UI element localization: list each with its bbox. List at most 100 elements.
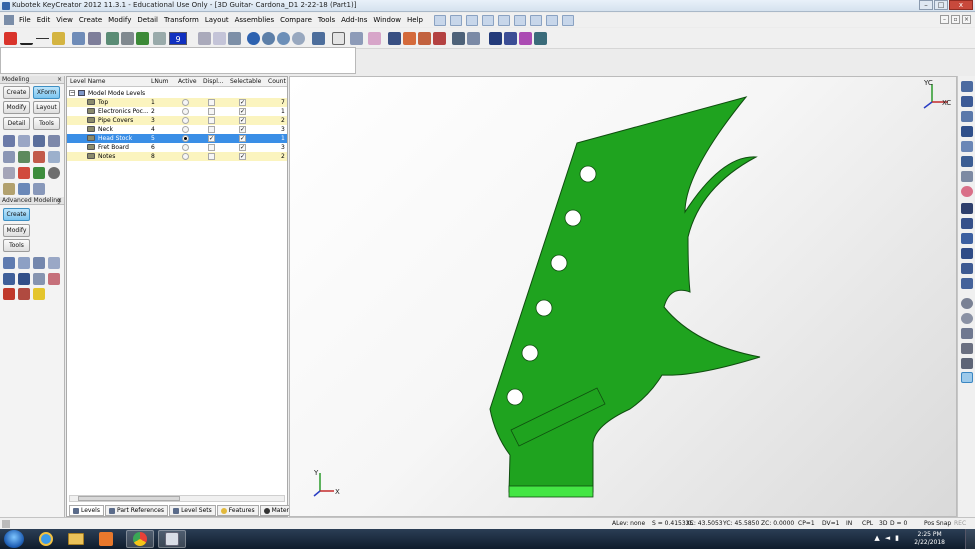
minimize-button[interactable]: – xyxy=(919,0,933,10)
active-radio[interactable] xyxy=(182,108,189,115)
scale-icon[interactable] xyxy=(3,151,15,163)
point-icon[interactable] xyxy=(4,32,17,45)
translate-icon[interactable] xyxy=(33,167,45,179)
active-radio[interactable] xyxy=(182,126,189,133)
status-depth[interactable]: D = 0 xyxy=(890,520,907,527)
status-dv[interactable]: DV=1 xyxy=(822,520,839,527)
axis-neg-y-icon[interactable] xyxy=(961,263,973,274)
advanced-create-button[interactable]: Create xyxy=(3,208,30,221)
view-right-icon[interactable] xyxy=(961,156,973,167)
advanced-tools-button[interactable]: Tools xyxy=(3,239,30,252)
menu-add-ins[interactable]: Add-Ins xyxy=(338,14,370,26)
status-cpl[interactable]: CPL xyxy=(862,520,873,527)
zoom-all-icon[interactable] xyxy=(961,313,973,324)
shape-icon[interactable] xyxy=(52,32,65,45)
shield-check-icon[interactable] xyxy=(504,32,517,45)
triad-icon[interactable] xyxy=(312,32,325,45)
status-pos-snap[interactable]: Pos Snap xyxy=(924,520,951,527)
copy-icon[interactable] xyxy=(18,135,30,147)
ruler-icon[interactable] xyxy=(198,32,211,45)
display-checkbox[interactable] xyxy=(208,144,215,151)
measure-icon[interactable] xyxy=(467,32,480,45)
maximize-button[interactable]: □ xyxy=(934,0,948,10)
trim-icon[interactable] xyxy=(18,288,30,300)
active-radio[interactable] xyxy=(182,135,189,142)
doc-minimize-button[interactable]: – xyxy=(940,15,949,24)
document-icon[interactable] xyxy=(4,15,14,25)
display-checkbox[interactable] xyxy=(208,153,215,160)
tab-part-references[interactable]: Part References xyxy=(104,505,169,516)
solid-icon[interactable] xyxy=(72,32,85,45)
menu-help[interactable]: Help xyxy=(404,14,426,26)
status-cp[interactable]: CP=1 xyxy=(798,520,815,527)
modeling-modify-button[interactable]: Modify xyxy=(3,101,30,114)
zoom-in-icon[interactable] xyxy=(961,328,973,339)
selectable-checkbox[interactable]: ✓ xyxy=(239,135,246,142)
active-radio[interactable] xyxy=(182,144,189,151)
selectable-checkbox[interactable]: ✓ xyxy=(239,117,246,124)
status-units[interactable]: IN xyxy=(846,520,852,527)
level-tree-root[interactable]: − Model Mode Levels xyxy=(67,89,287,98)
pan-view-icon[interactable] xyxy=(961,358,973,369)
status-mode[interactable]: 3D xyxy=(879,520,887,527)
collapse-icon[interactable]: − xyxy=(69,90,75,96)
tab-features[interactable]: Features xyxy=(216,505,259,516)
orbit-icon[interactable] xyxy=(262,32,275,45)
sweep-icon[interactable] xyxy=(33,257,45,269)
magnify-icon[interactable] xyxy=(961,372,973,383)
rotate-icon[interactable] xyxy=(247,32,260,45)
doc-restore-button[interactable]: ▫ xyxy=(951,15,960,24)
menu-file[interactable]: File xyxy=(16,14,34,26)
close-button[interactable]: x xyxy=(949,0,973,10)
col-active[interactable]: Active xyxy=(178,78,197,85)
menu-assemblies[interactable]: Assemblies xyxy=(232,14,278,26)
erase-icon[interactable] xyxy=(368,32,381,45)
tray-arrow-icon[interactable]: ▲ xyxy=(874,534,879,542)
view-bottom-icon[interactable] xyxy=(961,126,973,137)
layer-icon[interactable] xyxy=(106,32,119,45)
modeling-create-button[interactable]: Create xyxy=(3,86,30,99)
menu-edit[interactable]: Edit xyxy=(34,14,54,26)
undo-icon[interactable] xyxy=(513,14,526,26)
analysis-icon[interactable] xyxy=(433,32,446,45)
pan-icon[interactable] xyxy=(277,32,290,45)
stretch-icon[interactable] xyxy=(3,167,15,179)
view-left-icon[interactable] xyxy=(961,141,973,152)
nut[interactable] xyxy=(508,485,594,498)
array-icon[interactable] xyxy=(18,151,30,163)
blend-icon[interactable] xyxy=(3,273,15,285)
col-display[interactable]: Displ... xyxy=(203,78,224,85)
redo-icon[interactable] xyxy=(529,14,542,26)
prompt-area[interactable] xyxy=(0,47,356,74)
curve-icon[interactable] xyxy=(228,32,241,45)
axis-y-icon[interactable] xyxy=(961,218,973,229)
sphere-icon[interactable] xyxy=(88,32,101,45)
display-checkbox[interactable] xyxy=(208,117,215,124)
level-row[interactable]: Electronics Poc... 2 ✓ 1 xyxy=(67,107,287,116)
project-icon[interactable] xyxy=(33,151,45,163)
view-icon[interactable] xyxy=(350,32,363,45)
shell-icon[interactable] xyxy=(18,273,30,285)
zoom-window-icon[interactable] xyxy=(961,298,973,309)
triangle-icon[interactable] xyxy=(20,32,33,45)
selectable-checkbox[interactable]: ✓ xyxy=(239,99,246,106)
taskbar-file-explorer[interactable] xyxy=(62,530,90,548)
selectable-checkbox[interactable]: ✓ xyxy=(239,144,246,151)
move-icon[interactable] xyxy=(3,135,15,147)
pause-icon[interactable] xyxy=(561,14,574,26)
active-radio[interactable] xyxy=(182,117,189,124)
selectable-checkbox[interactable]: ✓ xyxy=(239,126,246,133)
axis-z-icon[interactable] xyxy=(961,233,973,244)
col-lnum[interactable]: LNum xyxy=(151,78,168,85)
view-shaded-icon[interactable] xyxy=(961,186,973,197)
split-icon[interactable] xyxy=(3,288,15,300)
modeling-xform-button[interactable]: XForm xyxy=(33,86,60,99)
selectable-checkbox[interactable]: ✓ xyxy=(239,153,246,160)
close-icon[interactable]: × xyxy=(57,197,62,205)
modeling-layout-button[interactable]: Layout xyxy=(33,101,60,114)
display-checkbox[interactable] xyxy=(208,99,215,106)
open-file-icon[interactable] xyxy=(449,14,462,26)
levels-horizontal-scrollbar[interactable] xyxy=(69,495,285,502)
graphics-viewport[interactable]: YC XC Y X xyxy=(289,76,957,517)
close-icon[interactable]: × xyxy=(57,76,62,84)
